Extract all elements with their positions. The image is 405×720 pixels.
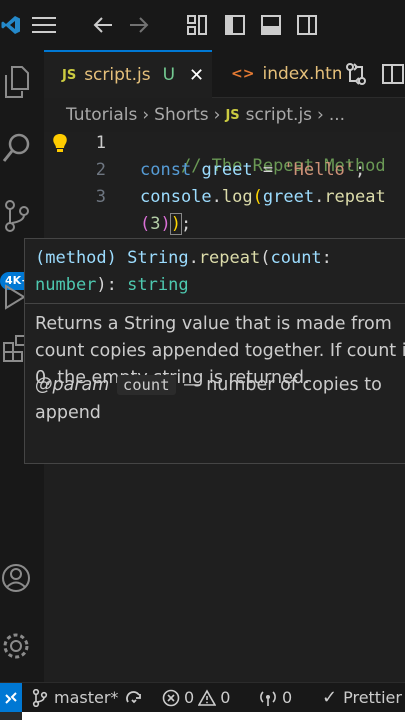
method-token: repeat xyxy=(324,187,386,207)
branch-indicator[interactable]: master* xyxy=(32,683,118,712)
signature-colon: : xyxy=(321,248,332,268)
close-icon[interactable]: ✕ xyxy=(189,65,204,86)
paren-token: ( xyxy=(140,214,151,234)
bottom-strip-highlight xyxy=(22,712,405,720)
param-description-cont: append xyxy=(35,403,101,423)
semicolon-token: ; xyxy=(181,214,192,234)
untracked-indicator: U xyxy=(162,65,176,85)
search-icon[interactable] xyxy=(0,122,44,174)
breadcrumb: Tutorials › Shorts › JS script.js › ... xyxy=(44,98,405,132)
signature-owner: String xyxy=(127,248,189,268)
sync-icon[interactable] xyxy=(124,683,144,712)
chevron-right-icon: › xyxy=(213,105,221,125)
line-number: 1 xyxy=(95,133,106,153)
prettier-label: Prettier xyxy=(343,688,402,707)
signature-param-type: number xyxy=(35,275,97,295)
breadcrumb-item-more[interactable]: ... xyxy=(329,105,345,125)
description-line: Returns a String value that is made from xyxy=(35,314,392,334)
hover-param-doc: @param count — number of copies to appen… xyxy=(35,371,405,427)
warning-icon xyxy=(198,688,217,706)
paren-token: ) xyxy=(160,214,171,234)
tab-index-html[interactable]: <> index.html xyxy=(213,50,353,98)
settings-gear-icon[interactable] xyxy=(0,620,44,672)
checkmark-icon: ✓ xyxy=(322,687,338,708)
back-arrow-icon[interactable] xyxy=(88,10,118,40)
code-line: console.log(greet.repeat xyxy=(140,186,386,209)
branch-name: master* xyxy=(54,688,119,707)
paren-token: ) xyxy=(169,213,183,235)
javascript-file-icon: JS xyxy=(225,107,240,123)
object-token: console xyxy=(140,187,212,207)
ports-indicator[interactable]: 0 xyxy=(258,683,292,712)
signature-return-type: string xyxy=(127,275,189,295)
variable-token: greet xyxy=(201,160,253,180)
description-line: count copies appended together. If count… xyxy=(35,341,405,361)
html-file-icon: <> xyxy=(231,66,255,82)
paren-token: ( xyxy=(252,187,263,207)
hover-tooltip: (method) String.repeat(count: number): s… xyxy=(24,238,405,464)
breadcrumb-item-script-js[interactable]: script.js xyxy=(246,105,312,125)
prettier-indicator[interactable]: ✓ Prettier xyxy=(322,683,402,712)
dot-token: . xyxy=(314,187,325,207)
semicolon-token: ; xyxy=(355,160,366,180)
forward-arrow-icon[interactable] xyxy=(124,10,154,40)
menu-icon[interactable] xyxy=(24,10,64,40)
split-editor-icon[interactable] xyxy=(379,59,405,89)
tab-label: index.html xyxy=(262,64,354,84)
signature-dot: . xyxy=(188,248,199,268)
keyword-token: const xyxy=(140,160,192,180)
signature-param: count xyxy=(270,248,322,268)
operator-token: = xyxy=(262,160,274,180)
signature-paren: ( xyxy=(260,248,271,268)
warning-count: 0 xyxy=(220,688,231,707)
param-tag: @param xyxy=(35,375,110,395)
javascript-file-icon: JS xyxy=(62,67,77,83)
line-number: 2 xyxy=(95,160,106,180)
title-bar xyxy=(0,0,405,50)
status-bar: master* 0 0 0 ✓ Prettier xyxy=(0,682,405,712)
tab-script-js[interactable]: JS script.js U ✕ xyxy=(44,50,212,98)
hover-signature: (method) String.repeat(count: number): s… xyxy=(35,245,405,299)
param-name: count xyxy=(116,375,176,395)
tab-label: script.js xyxy=(84,65,151,85)
toggle-secondary-sidebar-icon[interactable] xyxy=(292,10,322,40)
ports-count: 0 xyxy=(282,688,293,707)
problems-indicator[interactable]: 0 0 xyxy=(162,683,230,712)
git-branch-icon xyxy=(32,688,48,707)
signature-name: repeat xyxy=(198,248,261,268)
compare-changes-icon[interactable] xyxy=(341,59,371,89)
number-token: 3 xyxy=(150,214,161,234)
breadcrumb-item-tutorials[interactable]: Tutorials xyxy=(66,105,137,125)
broadcast-icon xyxy=(260,690,276,706)
error-icon xyxy=(162,689,180,706)
signature-kind: (method) xyxy=(35,248,117,268)
layout-customize-icon[interactable] xyxy=(182,10,212,40)
chevron-right-icon: › xyxy=(142,105,150,125)
function-token: log xyxy=(221,187,253,207)
source-control-icon[interactable] xyxy=(0,190,44,242)
error-count: 0 xyxy=(184,688,195,707)
line-number: 3 xyxy=(95,187,106,207)
breadcrumb-item-shorts[interactable]: Shorts xyxy=(154,105,208,125)
dot-token: . xyxy=(211,187,222,207)
signature-close: ): xyxy=(96,275,117,295)
string-token: 'Hello' xyxy=(283,160,356,180)
remote-icon[interactable] xyxy=(0,683,22,712)
chevron-right-icon: › xyxy=(317,105,324,125)
code-line-wrapped: (3)); xyxy=(140,213,191,236)
variable-token: greet xyxy=(262,187,315,207)
hover-divider xyxy=(25,303,405,304)
toggle-primary-sidebar-icon[interactable] xyxy=(220,10,250,40)
code-line: const greet = 'Hello'; xyxy=(140,159,365,182)
account-icon[interactable] xyxy=(0,552,44,604)
toggle-panel-icon[interactable] xyxy=(256,10,286,40)
editor-tabs: JS script.js U ✕ <> index.html xyxy=(44,50,405,98)
param-description: — number of copies to xyxy=(183,375,382,395)
bottom-strip xyxy=(0,712,405,720)
explorer-icon[interactable] xyxy=(0,56,44,108)
vscode-logo-icon xyxy=(0,10,22,40)
